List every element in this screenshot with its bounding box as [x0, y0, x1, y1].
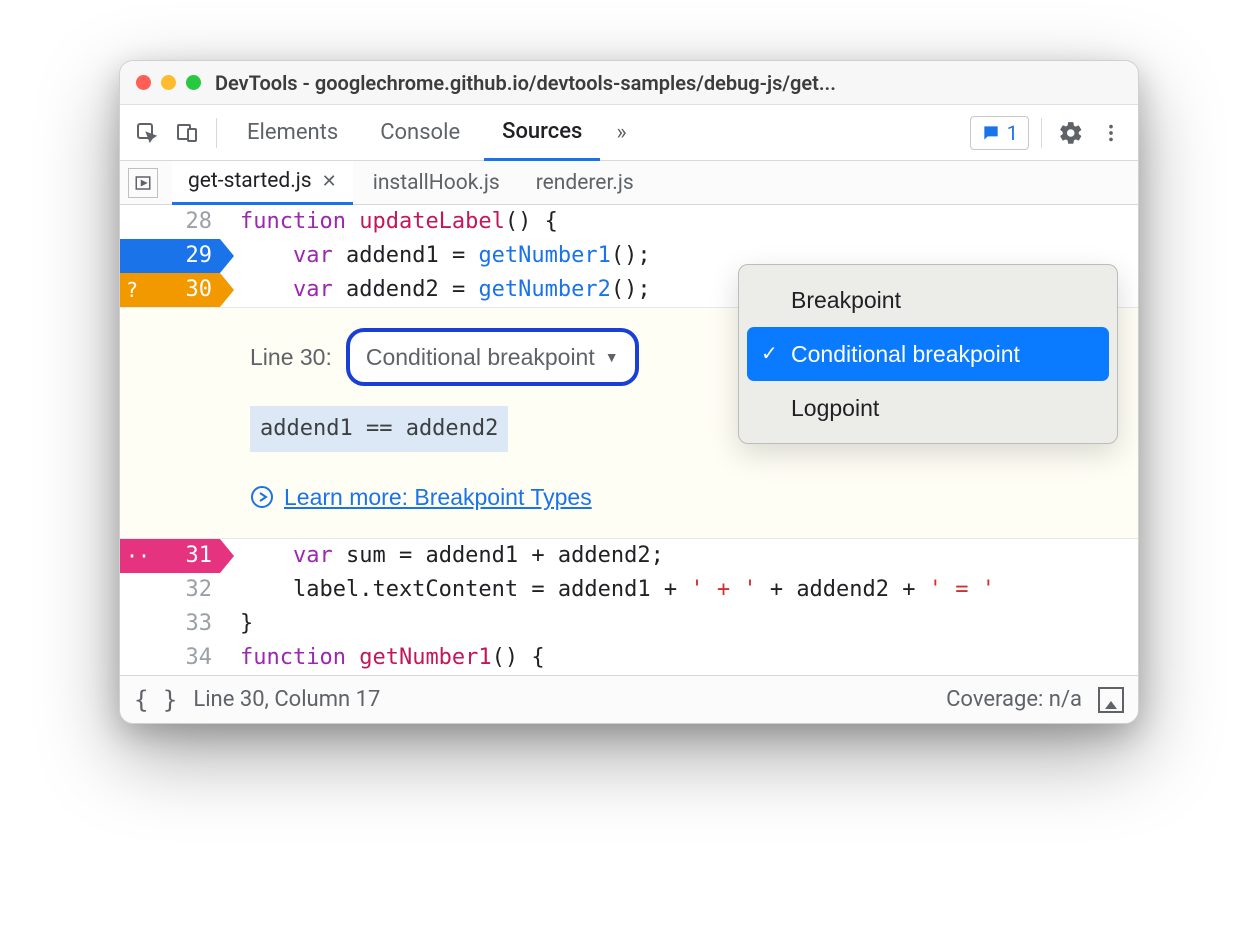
minimize-window-button[interactable]	[161, 75, 176, 90]
tab-elements[interactable]: Elements	[229, 105, 356, 161]
learn-more-text: Learn more: Breakpoint Types	[284, 480, 592, 514]
maximize-window-button[interactable]	[186, 75, 201, 90]
separator	[216, 118, 217, 148]
line-number[interactable]: 33	[120, 607, 220, 641]
settings-icon[interactable]	[1054, 116, 1088, 150]
breakpoint-type-value: Conditional breakpoint	[366, 340, 595, 374]
chevron-down-icon: ▼	[605, 340, 619, 374]
code-line: }	[220, 607, 1138, 641]
inspect-element-icon[interactable]	[130, 116, 164, 150]
menu-item-breakpoint[interactable]: Breakpoint	[747, 273, 1109, 327]
close-window-button[interactable]	[136, 75, 151, 90]
file-tab-installhook[interactable]: installHook.js	[357, 161, 516, 205]
learn-more-link[interactable]: Learn more: Breakpoint Types	[250, 480, 1118, 514]
breakpoint-editor: Line 30: Conditional breakpoint ▼ addend…	[120, 307, 1138, 539]
file-tab-renderer[interactable]: renderer.js	[520, 161, 650, 205]
file-tabs: get-started.js ✕ installHook.js renderer…	[120, 161, 1138, 205]
arrow-right-circle-icon	[250, 485, 274, 509]
tab-console[interactable]: Console	[362, 105, 478, 161]
tab-sources[interactable]: Sources	[484, 105, 600, 161]
breakpoint-type-select[interactable]: Conditional breakpoint ▼	[346, 328, 639, 386]
cursor-position: Line 30, Column 17	[193, 687, 380, 712]
status-bar: { } Line 30, Column 17 Coverage: n/a	[120, 675, 1138, 723]
breakpoint-type-menu: Breakpoint Conditional breakpoint Logpoi…	[738, 264, 1118, 444]
navigator-toggle-icon[interactable]	[128, 168, 158, 198]
line-number[interactable]: 28	[120, 205, 220, 239]
file-tab-get-started[interactable]: get-started.js ✕	[172, 161, 353, 205]
code-line: function getNumber1() {	[220, 641, 1138, 675]
breakpoint-marker-logpoint[interactable]: ··31	[120, 539, 220, 573]
issues-badge[interactable]: 1	[970, 116, 1029, 150]
more-tabs-icon[interactable]: »	[606, 120, 636, 145]
close-tab-icon[interactable]: ✕	[322, 171, 337, 192]
window-controls	[136, 75, 201, 90]
breakpoint-line-label: Line 30:	[250, 340, 332, 374]
pretty-print-icon[interactable]: { }	[134, 686, 177, 714]
code-line: var sum = addend1 + addend2;	[220, 539, 1138, 573]
separator	[1041, 118, 1042, 148]
coverage-status: Coverage: n/a	[946, 687, 1082, 712]
drawer-toggle-icon[interactable]	[1098, 687, 1124, 713]
window-title: DevTools - googlechrome.github.io/devtoo…	[215, 71, 1122, 95]
code-editor[interactable]: 28 function updateLabel() { 29 var adden…	[120, 205, 1138, 675]
file-tab-label: get-started.js	[188, 169, 312, 193]
menu-item-conditional-breakpoint[interactable]: Conditional breakpoint	[747, 327, 1109, 381]
line-number[interactable]: 34	[120, 641, 220, 675]
issues-count: 1	[1007, 121, 1018, 145]
line-number[interactable]: 32	[120, 573, 220, 607]
devtools-window: DevTools - googlechrome.github.io/devtoo…	[119, 60, 1139, 724]
titlebar: DevTools - googlechrome.github.io/devtoo…	[120, 61, 1138, 105]
kebab-menu-icon[interactable]	[1094, 116, 1128, 150]
issues-icon	[981, 123, 1001, 143]
code-line: label.textContent = addend1 + ' + ' + ad…	[220, 573, 1138, 607]
breakpoint-marker-blue[interactable]: 29	[120, 239, 220, 273]
breakpoint-condition-input[interactable]: addend1 == addend2	[250, 406, 508, 452]
menu-item-logpoint[interactable]: Logpoint	[747, 381, 1109, 435]
code-line: function updateLabel() {	[220, 205, 1138, 239]
breakpoint-marker-conditional[interactable]: ?30	[120, 273, 220, 307]
device-toggle-icon[interactable]	[170, 116, 204, 150]
panel-toolbar: Elements Console Sources » 1	[120, 105, 1138, 161]
